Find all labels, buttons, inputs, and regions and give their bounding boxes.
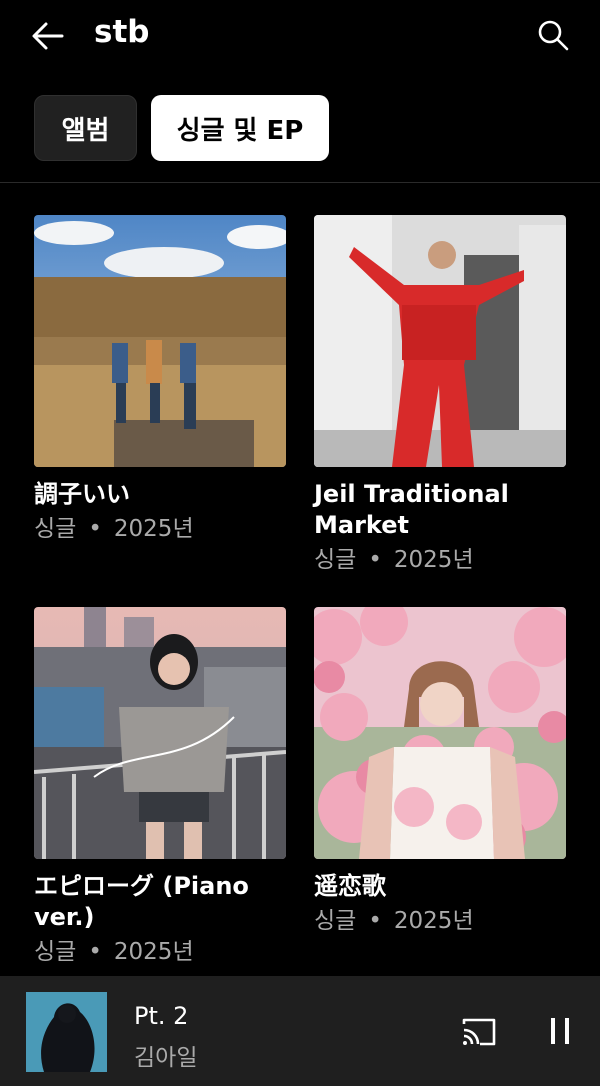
mini-player[interactable]: Pt. 2 김아일	[0, 976, 600, 1086]
header: stb	[0, 0, 600, 78]
release-card[interactable]: エピローグ (Piano ver.) 싱글 • 2025년	[34, 607, 286, 967]
search-icon[interactable]	[536, 18, 572, 54]
page-title: stb	[94, 14, 150, 50]
now-playing-cover[interactable]	[26, 992, 107, 1072]
chip-singles-ep[interactable]: 싱글 및 EP	[151, 95, 329, 161]
release-year: 2025년	[393, 547, 474, 573]
release-type: 싱글	[34, 939, 77, 965]
pause-icon[interactable]	[546, 1014, 574, 1048]
release-title: エピローグ (Piano ver.)	[34, 872, 249, 931]
release-title: 調子いい	[34, 480, 130, 508]
release-card[interactable]: 調子いい 싱글 • 2025년	[34, 215, 286, 544]
release-card[interactable]: 遥恋歌 싱글 • 2025년	[314, 607, 566, 936]
album-cover[interactable]	[314, 215, 566, 467]
release-meta: 싱글 • 2025년	[314, 906, 566, 936]
separator-dot: •	[88, 939, 102, 965]
now-playing-artist: 김아일	[134, 1045, 198, 1071]
release-title: 遥恋歌	[314, 872, 386, 900]
release-type: 싱글	[34, 516, 77, 542]
album-cover[interactable]	[34, 607, 286, 859]
album-cover[interactable]	[34, 215, 286, 467]
chip-albums[interactable]: 앨범	[34, 95, 137, 161]
now-playing-title: Pt. 2	[134, 1002, 189, 1030]
divider	[0, 182, 600, 183]
separator-dot: •	[368, 908, 382, 934]
release-meta: 싱글 • 2025년	[34, 937, 286, 967]
release-year: 2025년	[113, 516, 194, 542]
release-meta: 싱글 • 2025년	[314, 545, 566, 575]
separator-dot: •	[368, 547, 382, 573]
release-title: Jeil Traditional Market	[314, 480, 509, 539]
app: stb 앨범 싱글 및 EP 調子いい 싱글 • 2025년 Jeil Trad…	[0, 0, 600, 1086]
release-meta: 싱글 • 2025년	[34, 514, 286, 544]
cast-icon[interactable]	[460, 1016, 498, 1048]
separator-dot: •	[88, 516, 102, 542]
release-type: 싱글	[314, 908, 357, 934]
back-arrow-icon[interactable]	[28, 18, 68, 54]
release-card[interactable]: Jeil Traditional Market 싱글 • 2025년	[314, 215, 566, 575]
release-type: 싱글	[314, 547, 357, 573]
album-cover[interactable]	[314, 607, 566, 859]
release-year: 2025년	[393, 908, 474, 934]
release-year: 2025년	[113, 939, 194, 965]
